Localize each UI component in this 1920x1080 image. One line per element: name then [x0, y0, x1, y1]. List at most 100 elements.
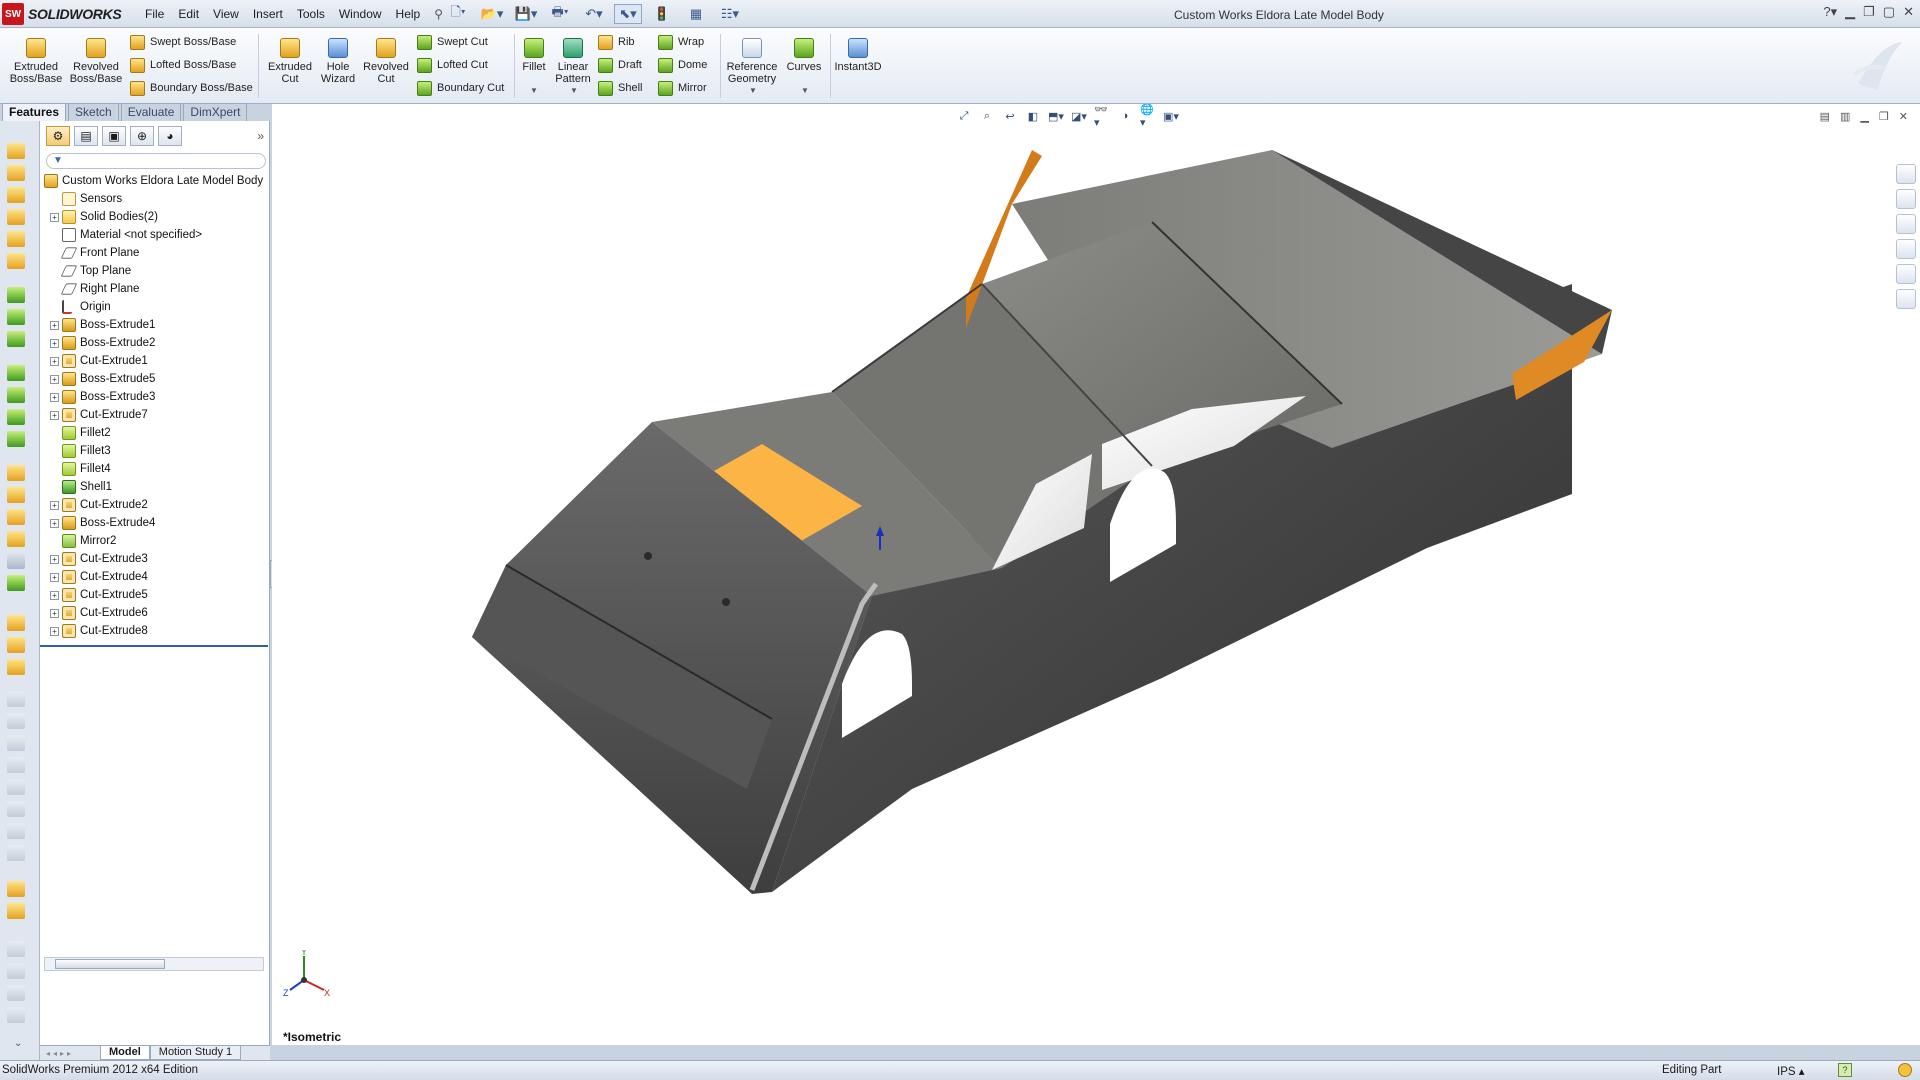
help-question-icon[interactable]: ?▾ — [1823, 4, 1837, 20]
tree-item[interactable]: + Cut-Extrude5 — [42, 586, 268, 604]
lofted-cut-button[interactable]: Lofted Cut — [417, 56, 488, 74]
tree-item[interactable]: + Boss-Extrude1 — [42, 316, 268, 334]
deform-icon[interactable] — [7, 509, 25, 525]
lofted-boss-button[interactable]: Lofted Boss/Base — [130, 56, 236, 74]
curves-dropdown-icon[interactable]: ▼ — [801, 86, 809, 95]
combine-icon[interactable] — [7, 575, 25, 591]
projected-curve-icon[interactable] — [7, 845, 25, 861]
expand-plus-icon[interactable]: + — [50, 393, 59, 402]
reference-geometry-dropdown-icon[interactable]: ▼ — [749, 86, 757, 95]
tree-item[interactable]: Mirror2 — [42, 532, 268, 550]
boundary-cut-button[interactable]: Boundary Cut — [417, 79, 504, 97]
swept-cut-button[interactable]: Swept Cut — [417, 33, 488, 51]
maximize-icon[interactable]: ▢ — [1883, 4, 1895, 20]
revolved-boss-button[interactable]: Revolved Boss/Base — [68, 38, 124, 85]
tree-horizontal-scrollbar[interactable] — [44, 957, 264, 971]
tree-item[interactable]: Sensors — [42, 190, 268, 208]
delete-face-icon[interactable] — [7, 963, 25, 979]
menu-tools[interactable]: Tools — [290, 5, 332, 23]
expand-plus-icon[interactable]: + — [50, 339, 59, 348]
split-icon[interactable] — [7, 553, 25, 569]
loft-icon[interactable] — [7, 253, 25, 269]
scrollbar-thumb[interactable] — [55, 959, 165, 969]
tree-item[interactable]: + Cut-Extrude2 — [42, 496, 268, 514]
tree-item[interactable]: Material <not specified> — [42, 226, 268, 244]
boundary-boss-button[interactable]: Boundary Boss/Base — [130, 79, 253, 97]
swept-boss-button[interactable]: Swept Boss/Base — [130, 33, 236, 51]
tree-filter-input[interactable]: ▼ — [46, 153, 266, 169]
linear-pattern-button[interactable]: Linear Pattern — [545, 38, 601, 85]
expand-plus-icon[interactable]: + — [50, 519, 59, 528]
indent-icon[interactable] — [7, 531, 25, 547]
mirror-button[interactable]: Mirror — [658, 79, 707, 97]
quick-tips-icon[interactable]: ? — [1838, 1063, 1852, 1077]
thicken-icon[interactable] — [7, 659, 25, 675]
expand-plus-icon[interactable]: + — [50, 501, 59, 510]
move-face-icon[interactable] — [7, 941, 25, 957]
tab-dimxpert[interactable]: DimXpert — [183, 103, 248, 121]
point-icon[interactable] — [7, 757, 25, 773]
menu-file[interactable]: File — [138, 5, 171, 23]
instant3d-button[interactable]: Instant3D — [830, 38, 886, 73]
reference-geometry-button[interactable]: Reference Geometry — [722, 38, 782, 85]
unit-system-selector[interactable]: IPS ▴ — [1777, 1064, 1805, 1078]
tab-sketch[interactable]: Sketch — [68, 103, 119, 121]
cut-extrude-icon[interactable] — [7, 287, 25, 303]
mate-reference-icon[interactable] — [7, 779, 25, 795]
tree-item[interactable]: Fillet2 — [42, 424, 268, 442]
curves-button[interactable]: Curves — [776, 38, 832, 73]
tree-item[interactable]: Front Plane — [42, 244, 268, 262]
options-icon[interactable]: ☷▾ — [716, 4, 744, 24]
open-document-icon[interactable]: 📂▾ — [478, 4, 506, 24]
tree-item[interactable]: + Cut-Extrude7 — [42, 406, 268, 424]
reference-axis-icon[interactable] — [7, 713, 25, 729]
tab-features[interactable]: Features — [2, 103, 67, 121]
tree-item[interactable]: Fillet3 — [42, 442, 268, 460]
menu-help[interactable]: Help — [389, 5, 428, 23]
revolved-cut-button[interactable]: Revolved Cut — [358, 38, 414, 85]
expand-plus-icon[interactable]: + — [50, 321, 59, 330]
tree-item[interactable]: Custom Works Eldora Late Model Body — [42, 172, 268, 190]
expand-plus-icon[interactable]: + — [50, 555, 59, 564]
dome-button[interactable]: Dome — [658, 56, 707, 74]
expand-plus-icon[interactable]: + — [50, 357, 59, 366]
split-line-icon[interactable] — [7, 823, 25, 839]
late-model-body-3d-model[interactable] — [272, 104, 1920, 1045]
3d-sketch-icon[interactable] — [7, 165, 25, 181]
sketch-icon[interactable] — [7, 143, 25, 159]
tree-item[interactable]: + Cut-Extrude8 — [42, 622, 268, 640]
menu-insert[interactable]: Insert — [246, 5, 290, 23]
wrap-button[interactable]: Wrap — [658, 33, 704, 51]
expand-plus-icon[interactable]: + — [50, 411, 59, 420]
tree-item[interactable]: Origin — [42, 298, 268, 316]
reference-plane-icon[interactable] — [7, 691, 25, 707]
save-icon[interactable]: 💾▾ — [512, 4, 540, 24]
tree-item[interactable]: + Cut-Extrude1 — [42, 352, 268, 370]
extruded-boss-button[interactable]: Extruded Boss/Base — [8, 38, 64, 85]
hole-icon[interactable] — [7, 881, 25, 897]
fillet-dropdown-icon[interactable]: ▼ — [530, 86, 538, 95]
tree-item[interactable]: + Cut-Extrude6 — [42, 604, 268, 622]
graphics-area[interactable]: ⤢ ⌕ ↩ ◧ ⬒▾ ◪▾ 👓▾ ◑ 🌐▾ ▣▾ ▤ ▥ ▁ ❐ ✕ Y Z X… — [272, 104, 1920, 1045]
expand-plus-icon[interactable]: + — [50, 573, 59, 582]
select-pointer-icon[interactable]: ⬉▾ — [614, 4, 642, 24]
freeform-icon[interactable] — [7, 1007, 25, 1023]
tree-item[interactable]: Fillet4 — [42, 460, 268, 478]
tree-item[interactable]: + Cut-Extrude4 — [42, 568, 268, 586]
rib-button[interactable]: Rib — [598, 33, 635, 51]
restore-icon[interactable]: ❐ — [1863, 4, 1875, 20]
replace-face-icon[interactable] — [7, 985, 25, 1001]
tree-item[interactable]: + Solid Bodies(2) — [42, 208, 268, 226]
tab-motion-study[interactable]: Motion Study 1 — [149, 1046, 242, 1060]
pattern-icon[interactable] — [7, 431, 25, 447]
rollback-bar[interactable] — [40, 645, 268, 647]
tab-evaluate[interactable]: Evaluate — [120, 103, 182, 121]
print-icon[interactable]: 🖶▾ — [546, 4, 574, 24]
flex-icon[interactable] — [7, 487, 25, 503]
spiral-icon[interactable] — [7, 801, 25, 817]
fillet-tool-icon[interactable] — [7, 365, 25, 381]
draft-button[interactable]: Draft — [598, 56, 642, 74]
cut-revolve-icon[interactable] — [7, 309, 25, 325]
reference-triad[interactable]: Y Z X — [280, 950, 340, 1000]
dome-tool-icon[interactable] — [7, 465, 25, 481]
